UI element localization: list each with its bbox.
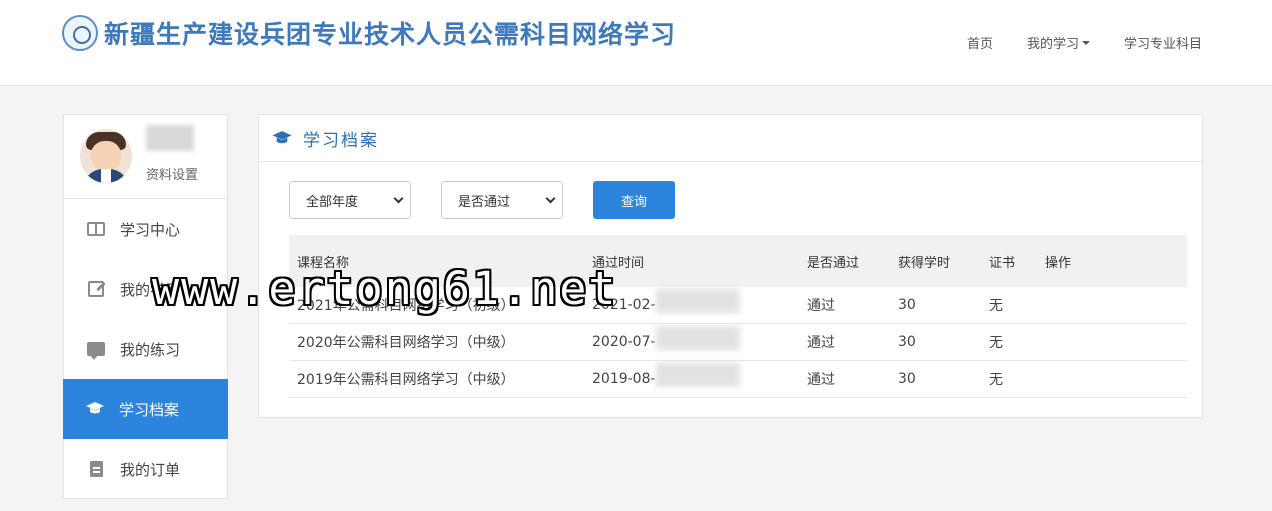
sidebar-item-my-practice[interactable]: 我的练习 [64,319,227,379]
table-row: 2020年公需科目网络学习（中级） 2020-07- 通过 30 无 [289,324,1187,361]
document-icon [86,459,106,479]
sidebar-item-my-orders[interactable]: 我的订单 [64,439,227,499]
redacted-time [656,363,740,387]
nav-professional-subjects-label: 学习专业科目 [1123,37,1202,52]
filter-bar: 全部年度 是否通过 查询 [289,181,675,219]
hours-earned: 30 [898,371,916,387]
nav-home[interactable]: 首页 [967,33,993,52]
hours-earned: 30 [898,334,916,350]
table-row: 2019年公需科目网络学习（中级） 2019-08- 通过 30 无 [289,361,1187,398]
col-hours: 获得学时 [898,255,951,271]
site-title: 新疆生产建设兵团专业技术人员公需科目网络学习 [104,20,677,49]
top-nav: 首页 我的学习 学习专业科目 [933,33,1202,52]
pass-time-value: 2020-07- [592,334,656,350]
year-select-value: 全部年度 [306,194,359,210]
course-name: 2020年公需科目网络学习（中级） [297,335,515,351]
passed-select[interactable]: 是否通过 [441,181,563,219]
chat-icon [86,339,106,360]
edit-icon [86,279,106,299]
pass-time: 2019-08- [584,363,799,387]
hours-earned: 30 [898,297,916,313]
certificate: 无 [989,298,1003,314]
chevron-down-icon [545,193,556,203]
pass-time: 2020-07- [584,326,799,350]
passed-status: 通过 [807,372,835,388]
avatar[interactable] [80,129,132,183]
username-redacted [146,125,194,151]
graduation-cap-icon [271,130,293,147]
profile-settings-link[interactable]: 资料设置 [146,164,198,183]
passed-status: 通过 [807,335,835,351]
watermark: www.ertong61.net [152,262,618,315]
panel-title: 学习档案 [303,130,379,151]
sidebar-item-learning-records[interactable]: 学习档案 [63,379,228,439]
sidebar-item-label: 我的练习 [120,340,181,359]
query-button[interactable]: 查询 [593,181,675,219]
profile-card: 资料设置 [64,115,227,199]
col-passed: 是否通过 [807,255,860,271]
sidebar-item-label: 我的订单 [120,460,181,479]
panel-header: 学习档案 [259,115,1202,162]
nav-professional-subjects[interactable]: 学习专业科目 [1124,33,1202,52]
sidebar-item-label: 学习档案 [119,400,180,419]
graduation-cap-icon [85,399,105,419]
passed-select-value: 是否通过 [458,194,511,210]
chevron-down-icon [393,193,404,203]
nav-my-learning[interactable]: 我的学习 [1027,33,1090,52]
col-actions: 操作 [1045,255,1072,271]
emblem-icon [62,15,98,51]
site-logo[interactable]: 新疆生产建设兵团专业技术人员公需科目网络学习 [62,15,676,51]
course-name: 2019年公需科目网络学习（中级） [297,372,515,388]
redacted-time [656,289,740,313]
certificate: 无 [989,372,1003,388]
sidebar-item-learning-center[interactable]: 学习中心 [64,199,227,259]
nav-home-label: 首页 [966,37,993,52]
passed-status: 通过 [807,298,835,314]
header: 新疆生产建设兵团专业技术人员公需科目网络学习 首页 我的学习 学习专业科目 [0,0,1272,86]
records-table: 课程名称 通过时间 是否通过 获得学时 证书 操作 2021年公需科目网络学习（… [289,235,1187,398]
redacted-time [656,326,740,350]
nav-my-learning-label: 我的学习 [1026,37,1079,52]
col-certificate: 证书 [989,255,1016,271]
book-icon [86,219,106,239]
caret-down-icon [1081,40,1090,45]
pass-time-value: 2019-08- [592,371,656,387]
sidebar-item-label: 学习中心 [120,220,181,239]
certificate: 无 [989,335,1003,351]
year-select[interactable]: 全部年度 [289,181,411,219]
